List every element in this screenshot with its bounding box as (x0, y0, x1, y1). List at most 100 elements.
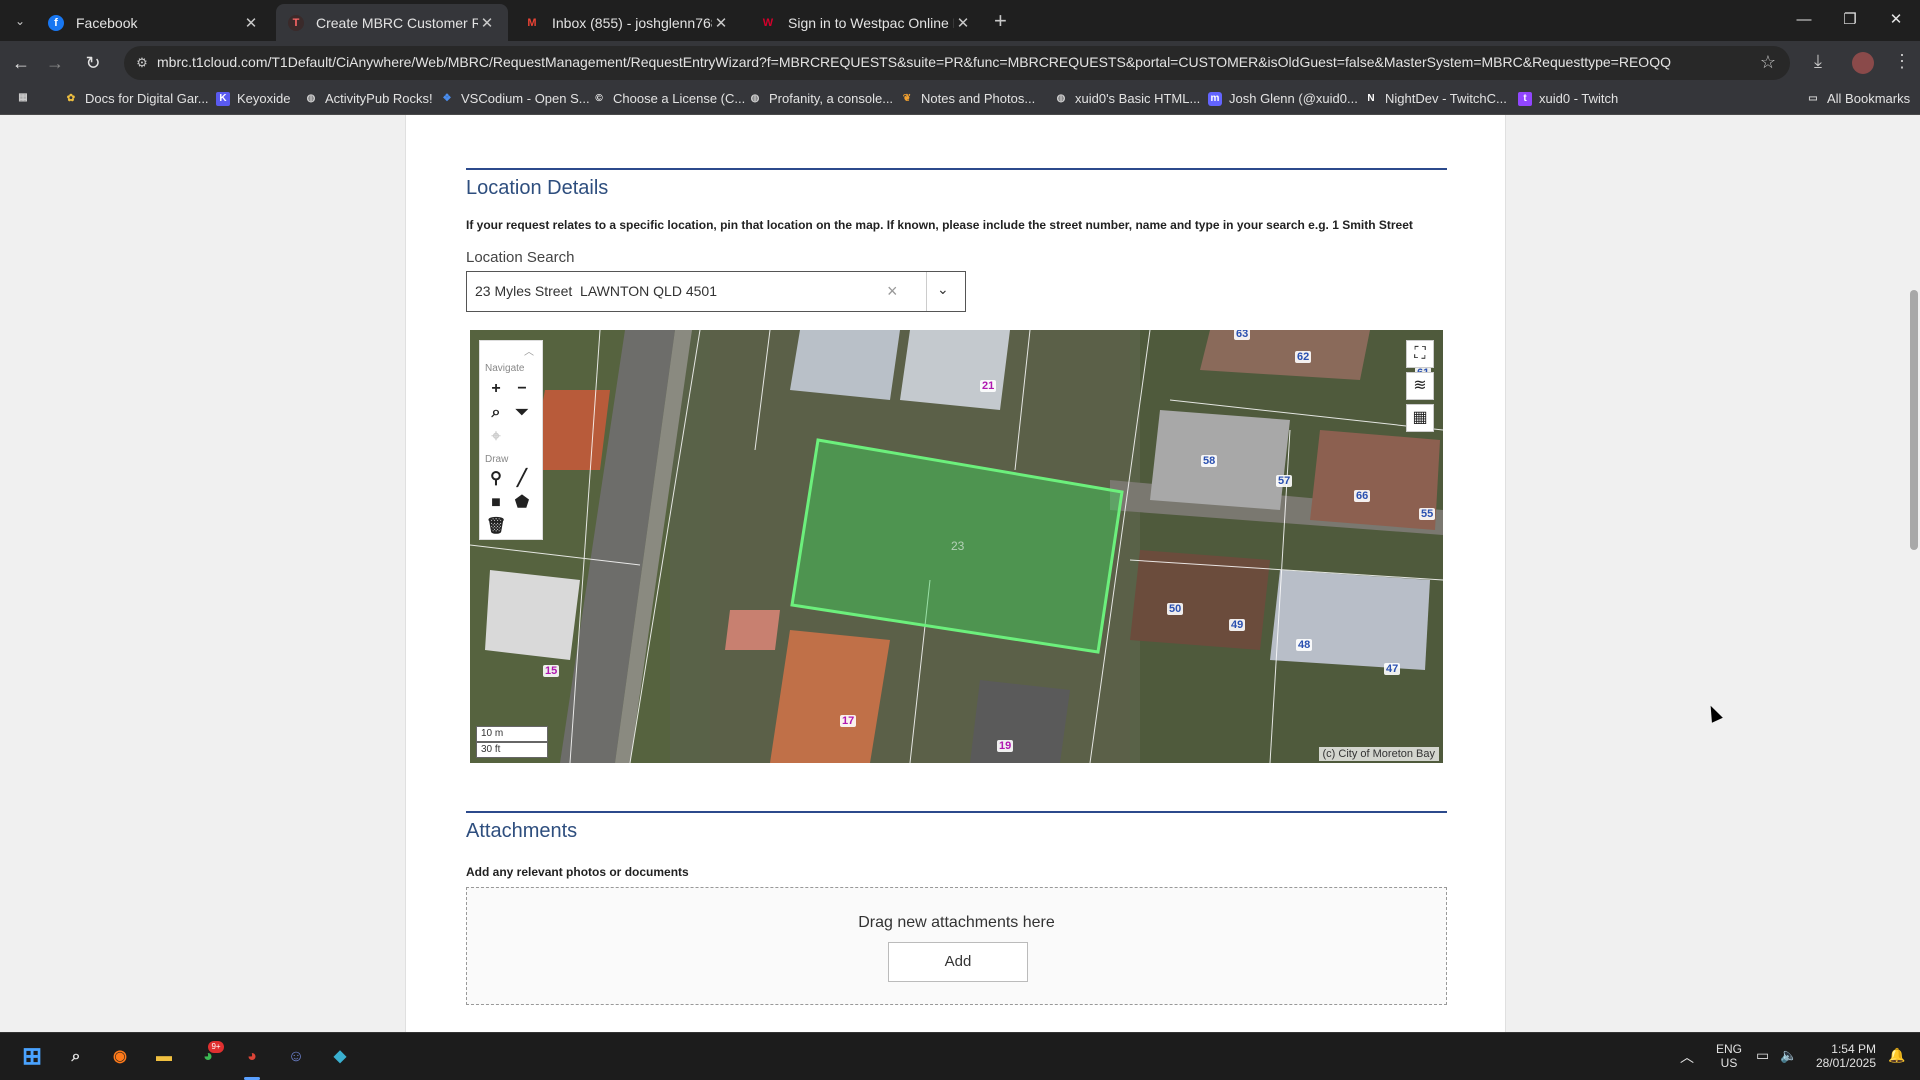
close-tab-icon[interactable]: ✕ (954, 14, 972, 32)
menu-kebab-icon[interactable]: ⋮ (1893, 51, 1911, 72)
tab-gmail[interactable]: M Inbox (855) - joshglenn768@gr ✕ (512, 4, 742, 41)
add-attachment-button[interactable]: Add (888, 942, 1028, 982)
scale-metric: 10 m (476, 726, 548, 742)
bookmark-notes-photos[interactable]: ❦ Notes and Photos... (900, 91, 1035, 106)
draw-polygon-icon[interactable]: ⬟ (512, 493, 532, 513)
tab-facebook[interactable]: f Facebook ✕ (36, 4, 272, 41)
site-info-icon[interactable]: ⚙ (134, 55, 150, 71)
folder-leaf-icon: ✿ (66, 92, 76, 104)
folder-icon: ▭ (1808, 92, 1818, 104)
page-viewport: Location Details If your request relates… (0, 115, 1920, 1032)
attachments-instructions: Add any relevant photos or documents (466, 865, 689, 879)
search-icon[interactable]: ⌕ (62, 1043, 90, 1071)
location-search-input[interactable]: 23 Myles Street LAWNTON QLD 4501 (475, 283, 717, 299)
new-tab-plus-icon[interactable]: + (994, 8, 1007, 34)
clear-icon[interactable]: × (887, 281, 898, 302)
bookmark-profanity[interactable]: ◍ Profanity, a console... (748, 91, 893, 106)
language-indicator[interactable]: ENG US (1714, 1042, 1744, 1070)
house-number-label: 15 (543, 665, 560, 677)
globe-icon: ◍ (1056, 92, 1066, 104)
reload-icon[interactable]: ↻ (81, 51, 105, 75)
bookmark-xuid0-twitch[interactable]: t xuid0 - Twitch (1518, 91, 1618, 106)
twitch-icon: t (1518, 91, 1532, 106)
tray-overflow-chevron-icon[interactable]: ︿ (1680, 1047, 1694, 1067)
scale-imperial: 30 ft (476, 742, 548, 758)
notifications-bell-icon[interactable]: 🔔 (1888, 1047, 1905, 1064)
chrome-icon[interactable]: ◕ (238, 1043, 266, 1071)
draw-rectangle-icon[interactable]: ■ (486, 493, 506, 513)
zoom-out-icon[interactable]: − (512, 379, 532, 399)
location-search-combobox[interactable]: 23 Myles Street LAWNTON QLD 4501 × ⌄ (466, 271, 966, 312)
house-number-label: 50 (1167, 603, 1184, 615)
page-scrollbar[interactable] (1908, 115, 1920, 1032)
windows-start-icon[interactable]: ⊞ (18, 1043, 46, 1071)
network-icon[interactable]: ▭ (1756, 1047, 1769, 1064)
url-text[interactable]: mbrc.t1cloud.com/T1Default/CiAnywhere/We… (157, 54, 1671, 70)
attachments-dropzone[interactable]: Drag new attachments here Add (466, 887, 1447, 1005)
discord-icon[interactable]: ☺ (282, 1043, 310, 1071)
house-number-label: 63 (1234, 330, 1251, 340)
bookmark-docs-digital-garden[interactable]: ✿ Docs for Digital Gar... (64, 91, 209, 106)
back-arrow-icon[interactable]: ← (9, 51, 33, 75)
tab-westpac[interactable]: W Sign in to Westpac Online Bank ✕ (748, 4, 984, 41)
locate-me-icon[interactable]: ⌖ (486, 427, 506, 447)
chevron-down-icon[interactable]: ⌄ (937, 281, 949, 298)
close-window-icon[interactable]: ✕ (1873, 6, 1919, 34)
delete-trash-icon[interactable]: 🗑 (486, 517, 506, 537)
pin-marker-icon[interactable]: ⚲ (486, 469, 506, 489)
draw-line-icon[interactable]: ╱ (512, 469, 532, 489)
location-map[interactable]: 23 63 62 61 21 58 57 66 55 50 49 48 47 1… (470, 330, 1443, 763)
notification-badge: 9+ (208, 1041, 224, 1053)
gmail-icon: M (527, 16, 537, 29)
layers-icon[interactable]: ≋ (1406, 372, 1434, 400)
draw-group-label: Draw (485, 454, 509, 465)
location-search-label: Location Search (466, 249, 575, 266)
clock[interactable]: 1:54 PM 28/01/2025 (1806, 1042, 1876, 1070)
tab-mbrc[interactable]: T Create MBRC Customer Reque ✕ (276, 4, 508, 41)
minimize-icon[interactable]: — (1781, 6, 1827, 34)
bookmark-keyoxide[interactable]: K Keyoxide (216, 91, 290, 106)
filter-icon[interactable]: ⏷ (512, 403, 532, 423)
house-number-label: 47 (1384, 663, 1401, 675)
tab-search-chevron-icon[interactable]: ⌄ (8, 10, 32, 32)
location-instructions: If your request relates to a specific lo… (466, 218, 1413, 232)
basemap-grid-icon[interactable]: ▦ (1406, 404, 1434, 432)
restore-icon[interactable]: ❐ (1827, 6, 1873, 34)
apps-grid-icon[interactable]: ▦ (16, 91, 37, 105)
bookmark-choose-license[interactable]: © Choose a License (C... (592, 91, 745, 106)
navigate-group-label: Navigate (485, 363, 525, 374)
app-icon[interactable]: ◆ (326, 1043, 354, 1071)
close-tab-icon[interactable]: ✕ (478, 14, 496, 32)
scrollbar-thumb[interactable] (1910, 290, 1918, 550)
profile-avatar[interactable] (1852, 52, 1874, 74)
firefox-icon[interactable]: ◉ (106, 1043, 134, 1071)
zoom-to-area-icon[interactable]: ⌕ (486, 403, 506, 423)
file-explorer-icon[interactable]: ▬ (150, 1043, 178, 1071)
close-tab-icon[interactable]: ✕ (242, 14, 260, 32)
bookmarks-bar: ▦ ✿ Docs for Digital Gar... K Keyoxide ◍ Ac… (0, 85, 1920, 115)
bookmark-nightdev[interactable]: N NightDev - TwitchC... (1364, 91, 1506, 106)
download-icon[interactable]: ⤓ (1814, 51, 1822, 72)
zoom-in-icon[interactable]: + (486, 379, 506, 399)
bookmark-xuid0-html[interactable]: ◍ xuid0's Basic HTML... (1054, 91, 1201, 106)
bookmark-star-icon[interactable]: ☆ (1760, 52, 1776, 73)
all-bookmarks[interactable]: ▭ All Bookmarks (1806, 91, 1910, 106)
globe-icon: ◍ (750, 92, 760, 104)
bookmark-vscodium[interactable]: ❖ VSCodium - Open S... (440, 91, 590, 106)
leaf-icon: ❦ (902, 92, 912, 104)
address-bar[interactable]: ⚙ mbrc.t1cloud.com/T1Default/CiAnywhere/… (124, 46, 1790, 80)
scale-bar: 10 m 30 ft (476, 726, 548, 758)
house-number-label: 49 (1229, 619, 1246, 631)
volume-icon[interactable]: 🔈 (1780, 1047, 1797, 1064)
fullscreen-icon[interactable]: ⛶ (1406, 340, 1434, 368)
house-number-label: 21 (980, 380, 997, 392)
mastodon-icon: m (1208, 91, 1222, 106)
bookmark-activitypub[interactable]: ◍ ActivityPub Rocks! (304, 91, 433, 106)
house-number-label: 55 (1419, 508, 1436, 520)
bookmark-josh-glenn[interactable]: m Josh Glenn (@xuid0... (1208, 91, 1358, 106)
house-number-label: 19 (997, 740, 1014, 752)
collapse-panel-icon[interactable]: ︿ (524, 343, 534, 358)
forward-arrow-icon[interactable]: → (43, 51, 67, 75)
close-tab-icon[interactable]: ✕ (712, 14, 730, 32)
tab-strip: ⌄ f Facebook ✕ T Create MBRC Customer Re… (0, 0, 1920, 41)
